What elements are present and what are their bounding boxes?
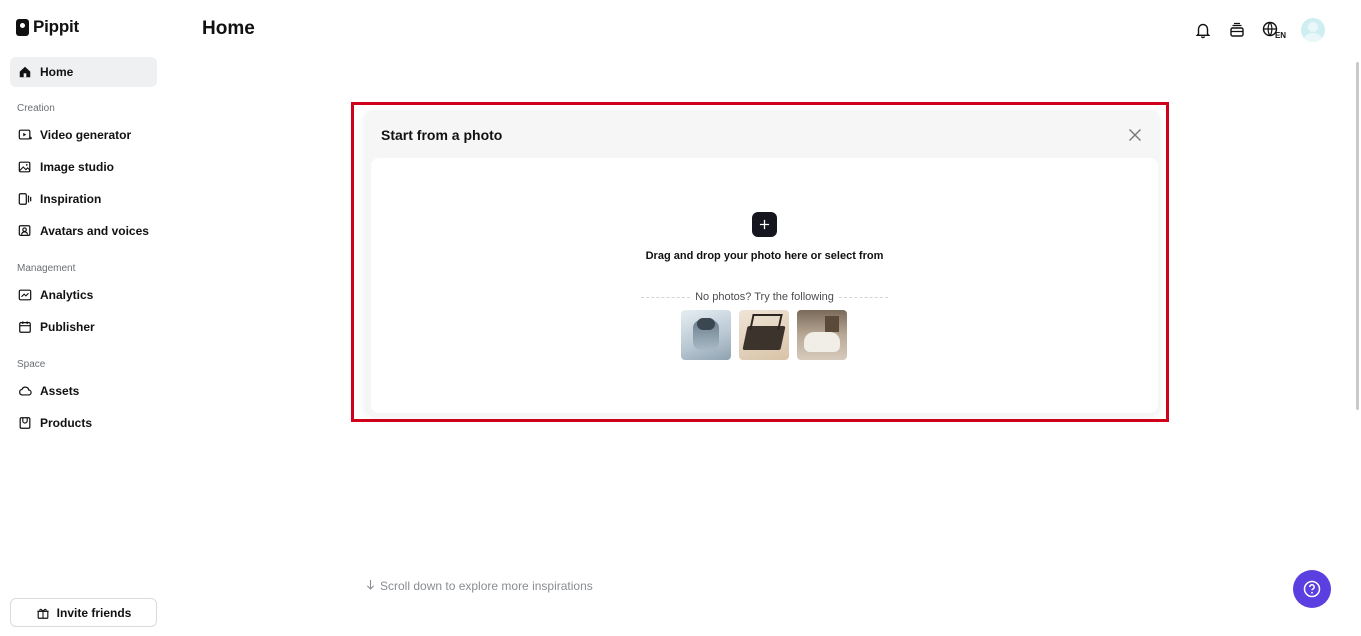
add-photo-button[interactable]	[752, 212, 777, 237]
sidebar-item-label: Inspiration	[40, 192, 102, 206]
divider-line	[641, 296, 691, 298]
subscription-card-icon[interactable]	[1227, 19, 1247, 41]
user-avatar[interactable]	[1301, 18, 1325, 42]
section-label-management: Management	[17, 263, 76, 274]
scroll-hint-text: Scroll down to explore more inspirations	[380, 579, 593, 593]
pippit-logo-icon	[16, 18, 29, 36]
sample-photo-makeup-palette[interactable]	[739, 310, 789, 360]
inspiration-icon	[17, 192, 32, 207]
scroll-hint[interactable]: Scroll down to explore more inspirations	[366, 579, 593, 593]
invite-friends-label: Invite friends	[56, 605, 132, 620]
sidebar-item-products[interactable]: Products	[10, 408, 157, 438]
product-box-icon	[17, 416, 32, 431]
photo-drop-zone[interactable]: Drag and drop your photo here or select …	[371, 158, 1158, 413]
image-studio-icon	[17, 160, 32, 175]
notification-bell-icon[interactable]	[1193, 19, 1213, 41]
analytics-icon	[17, 288, 32, 303]
sidebar-item-assets[interactable]: Assets	[10, 376, 157, 406]
sidebar-item-publisher[interactable]: Publisher	[10, 312, 157, 342]
gift-icon	[36, 605, 51, 620]
header-actions: EN	[1193, 18, 1325, 42]
sidebar-item-image-studio[interactable]: Image studio	[10, 152, 157, 182]
sidebar-item-label: Home	[40, 65, 74, 79]
page-title: Home	[202, 18, 255, 39]
sample-photo-armchair[interactable]	[797, 310, 847, 360]
sidebar-item-avatars-and-voices[interactable]: Avatars and voices	[10, 216, 157, 246]
sample-divider: No photos? Try the following	[641, 291, 888, 303]
question-mark-icon	[1303, 580, 1321, 598]
section-label-space: Space	[17, 359, 46, 370]
app-name: Pippit	[33, 17, 80, 36]
sidebar-item-label: Avatars and voices	[40, 224, 149, 238]
language-code: EN	[1274, 30, 1287, 40]
sidebar-item-label: Publisher	[40, 320, 95, 334]
language-globe-icon[interactable]: EN	[1261, 19, 1287, 41]
start-from-photo-panel: Start from a photo Drag and drop your ph…	[364, 110, 1160, 416]
sidebar-item-analytics[interactable]: Analytics	[10, 280, 157, 310]
sidebar-item-home[interactable]: Home	[10, 57, 157, 87]
calendar-icon	[17, 320, 32, 335]
help-button[interactable]	[1293, 570, 1331, 608]
sidebar-item-video-generator[interactable]: Video generator	[10, 120, 157, 150]
sidebar-item-inspiration[interactable]: Inspiration	[10, 184, 157, 214]
sidebar-item-label: Analytics	[40, 288, 94, 302]
sidebar-item-label: Image studio	[40, 160, 115, 174]
sample-photos	[681, 310, 847, 360]
home-icon	[17, 65, 32, 80]
cloud-icon	[17, 384, 32, 399]
app-logo[interactable]: Pippit	[16, 17, 79, 37]
sidebar-item-label: Video generator	[40, 128, 132, 142]
sample-photo-earbuds[interactable]	[681, 310, 731, 360]
panel-title: Start from a photo	[381, 127, 503, 143]
arrow-down-icon	[366, 579, 375, 593]
avatar-voice-icon	[17, 224, 32, 239]
sidebar: Pippit Home Creation Video generator Ima…	[0, 0, 170, 636]
sidebar-item-label: Products	[40, 416, 93, 430]
close-icon[interactable]	[1127, 127, 1143, 143]
page-scrollbar[interactable]	[1356, 62, 1359, 410]
section-label-creation: Creation	[17, 103, 55, 114]
invite-friends-button[interactable]: Invite friends	[10, 598, 157, 627]
sidebar-item-label: Assets	[40, 384, 80, 398]
plus-icon	[759, 219, 770, 230]
try-samples-text: No photos? Try the following	[695, 291, 834, 303]
drop-instructions: Drag and drop your photo here or select …	[645, 250, 884, 262]
video-generator-icon	[17, 128, 32, 143]
divider-line	[838, 296, 888, 298]
